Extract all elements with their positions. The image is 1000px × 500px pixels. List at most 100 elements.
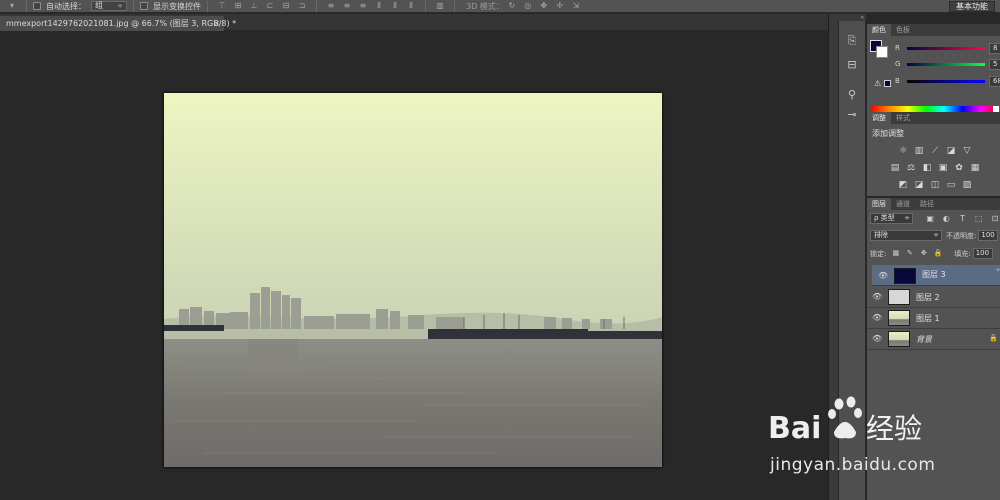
align-right-icon[interactable]: ⊐ bbox=[297, 1, 307, 11]
hue-saturation-icon[interactable]: ▤ bbox=[889, 163, 901, 173]
auto-align-layers-icon[interactable]: ▥ bbox=[435, 1, 445, 11]
distribute-bottom-icon[interactable]: ≡ bbox=[358, 1, 368, 11]
color-panel-tabs: 颜色 色板 bbox=[867, 24, 1000, 36]
history-icon[interactable]: ⎘ bbox=[842, 32, 862, 50]
r-slider-row: R 8 bbox=[895, 43, 1000, 57]
r-value-input[interactable]: 8 bbox=[989, 43, 1000, 54]
lock-transparent-icon[interactable]: ▦ bbox=[891, 249, 900, 258]
filter-shape-icon[interactable]: ⬚ bbox=[974, 213, 984, 224]
tab-channels[interactable]: 通道 bbox=[891, 198, 915, 210]
vibrance-icon[interactable]: ▽ bbox=[961, 146, 973, 156]
tab-layers[interactable]: 图层 bbox=[867, 198, 891, 210]
selective-color-icon[interactable]: ▨ bbox=[961, 180, 973, 190]
filter-type-icon[interactable]: T bbox=[957, 213, 967, 224]
slide-3d-icon[interactable]: ✢ bbox=[555, 1, 565, 11]
visibility-eye-icon[interactable]: 👁 bbox=[872, 292, 882, 302]
harbor-photo bbox=[164, 93, 662, 467]
layer-name[interactable]: 图层 3 bbox=[922, 271, 946, 279]
properties-icon[interactable]: ⊟ bbox=[842, 56, 862, 74]
tool-preset-icon[interactable]: ⊸ bbox=[842, 106, 862, 124]
gamut-warning-icon[interactable]: ⚠ bbox=[874, 79, 881, 88]
visibility-eye-icon[interactable]: 👁 bbox=[872, 334, 882, 344]
photo-filter-icon[interactable]: ▣ bbox=[937, 163, 949, 173]
align-hcenter-icon[interactable]: ⊟ bbox=[281, 1, 291, 11]
show-transform-checkbox[interactable] bbox=[140, 2, 148, 10]
tool-preset-dropdown-icon[interactable]: ▾ bbox=[7, 1, 17, 11]
gamut-color-chip[interactable] bbox=[884, 80, 891, 87]
align-left-icon[interactable]: ⊏ bbox=[265, 1, 275, 11]
threshold-icon[interactable]: ◫ bbox=[929, 180, 941, 190]
channel-mixer-icon[interactable]: ✿ bbox=[953, 163, 965, 173]
tab-adjustments[interactable]: 调整 bbox=[867, 112, 891, 124]
blend-mode-dropdown[interactable]: 排除 bbox=[870, 230, 942, 241]
auto-select-target-dropdown[interactable]: 组 bbox=[91, 1, 127, 11]
rotate-3d-icon[interactable]: ↻ bbox=[507, 1, 517, 11]
color-balance-icon[interactable]: ⚖ bbox=[905, 163, 917, 173]
lock-position-icon[interactable]: ✥ bbox=[919, 249, 928, 258]
layer-row[interactable]: 👁 图层 3 bbox=[872, 265, 1000, 286]
invert-icon[interactable]: ◩ bbox=[897, 180, 909, 190]
align-vcenter-icon[interactable]: ⊞ bbox=[233, 1, 243, 11]
curves-icon[interactable]: ⟋ bbox=[929, 146, 941, 156]
lock-label: 锁定: bbox=[870, 249, 887, 258]
canvas-workspace[interactable] bbox=[0, 31, 828, 500]
separator bbox=[133, 0, 134, 12]
show-transform-label: 显示变换控件 bbox=[153, 1, 201, 11]
tab-swatches[interactable]: 色板 bbox=[891, 24, 915, 36]
brush-preset-icon[interactable]: ⚲ bbox=[842, 86, 862, 104]
layer-row[interactable]: 👁 图层 2 bbox=[867, 287, 1000, 308]
align-bottom-icon[interactable]: ⊥ bbox=[249, 1, 259, 11]
distribute-top-icon[interactable]: ≡ bbox=[326, 1, 336, 11]
close-icon[interactable]: × bbox=[213, 16, 220, 31]
gradient-map-icon[interactable]: ▭ bbox=[945, 180, 957, 190]
g-slider[interactable] bbox=[907, 63, 985, 66]
background-color-swatch[interactable] bbox=[876, 46, 888, 58]
layer-kind-filter[interactable]: ρ 类型 bbox=[870, 212, 914, 224]
layer-row[interactable]: 👁 背景 🔒 bbox=[867, 329, 1000, 350]
fill-input[interactable]: 100 bbox=[972, 248, 993, 259]
collapse-dock-icon[interactable]: « bbox=[838, 14, 866, 21]
g-value-input[interactable]: 5 bbox=[989, 59, 1000, 70]
layer-name[interactable]: 图层 1 bbox=[916, 313, 940, 324]
tab-color[interactable]: 颜色 bbox=[867, 24, 891, 36]
distribute-hcenter-icon[interactable]: ⦀ bbox=[390, 1, 400, 11]
adjustments-panel-tabs: 调整 样式 bbox=[867, 112, 1000, 124]
color-lookup-icon[interactable]: ▦ bbox=[969, 163, 981, 173]
opacity-input[interactable]: 100 bbox=[978, 230, 999, 241]
b-value-input[interactable]: 68 bbox=[989, 76, 1000, 87]
document-tab[interactable]: mmexport1429762021081.jpg @ 66.7% (图层 3,… bbox=[0, 16, 236, 31]
filter-pixel-icon[interactable]: ▣ bbox=[925, 213, 935, 224]
b-slider[interactable] bbox=[907, 80, 985, 83]
auto-select-checkbox[interactable] bbox=[33, 2, 41, 10]
distribute-vcenter-icon[interactable]: ≡ bbox=[342, 1, 352, 11]
tab-styles[interactable]: 样式 bbox=[891, 112, 915, 124]
filter-adjustment-icon[interactable]: ◐ bbox=[941, 213, 951, 224]
align-top-icon[interactable]: ⊤ bbox=[217, 1, 227, 11]
distribute-right-icon[interactable]: ⦀ bbox=[406, 1, 416, 11]
visibility-eye-icon[interactable]: 👁 bbox=[878, 271, 888, 281]
scale-3d-icon[interactable]: ⇲ bbox=[571, 1, 581, 11]
adjustments-panel: 调整 样式 添加调整 ☼ ▥ ⟋ ◪ ▽ ▤ ⚖ ◧ ▣ ✿ ▦ ◩ ◪ ◫ ▭… bbox=[867, 112, 1000, 196]
fill-label: 填充: bbox=[954, 249, 971, 258]
tab-paths[interactable]: 路径 bbox=[915, 198, 939, 210]
canvas-image[interactable] bbox=[164, 93, 662, 467]
drag-3d-icon[interactable]: ✥ bbox=[539, 1, 549, 11]
layer-name[interactable]: 背景 bbox=[916, 334, 932, 345]
exposure-icon[interactable]: ◪ bbox=[945, 146, 957, 156]
options-bar: ▾ 自动选择： 组 显示变换控件 ⊤ ⊞ ⊥ ⊏ ⊟ ⊐ ≡ ≡ ≡ ⦀ ⦀ ⦀… bbox=[0, 0, 1000, 13]
brightness-contrast-icon[interactable]: ☼ bbox=[897, 146, 909, 156]
distribute-left-icon[interactable]: ⦀ bbox=[374, 1, 384, 11]
layer-name[interactable]: 图层 2 bbox=[916, 292, 940, 303]
lock-all-icon[interactable]: 🔒 bbox=[933, 249, 943, 258]
r-slider[interactable] bbox=[907, 47, 985, 50]
workspace-button[interactable]: 基本功能 bbox=[949, 1, 995, 12]
levels-icon[interactable]: ▥ bbox=[913, 146, 925, 156]
black-white-icon[interactable]: ◧ bbox=[921, 163, 933, 173]
posterize-icon[interactable]: ◪ bbox=[913, 180, 925, 190]
layer-row[interactable]: 👁 图层 1 bbox=[867, 308, 1000, 329]
roll-3d-icon[interactable]: ◎ bbox=[523, 1, 533, 11]
lock-image-icon[interactable]: ✎ bbox=[905, 249, 914, 258]
mode-3d-label: 3D 模式： bbox=[466, 1, 504, 11]
visibility-eye-icon[interactable]: 👁 bbox=[872, 313, 882, 323]
filter-smart-object-icon[interactable]: ⊡ bbox=[990, 213, 1000, 224]
